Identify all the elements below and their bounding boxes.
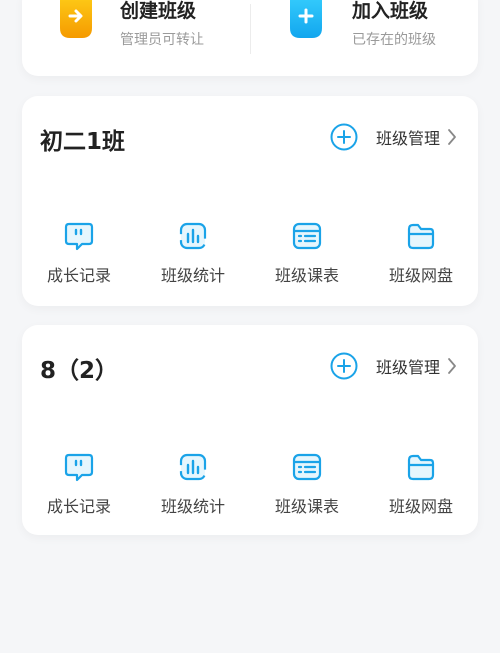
tool-label: 成长记录	[46, 266, 111, 285]
create-class-subtitle: 管理员可转让	[120, 32, 204, 48]
class-name: 初二1班	[40, 129, 126, 155]
tool-label: 班级网盘	[388, 266, 453, 285]
tool-class-schedule[interactable]: 班级课表	[250, 445, 364, 525]
tool-label: 成长记录	[46, 497, 111, 516]
tool-label: 班级统计	[160, 266, 225, 285]
chevron-right-icon	[448, 358, 456, 374]
schedule-icon	[292, 222, 322, 250]
join-class-icon	[290, 0, 322, 38]
bar-chart-icon	[179, 453, 207, 481]
folder-icon	[407, 454, 435, 481]
class-card: 8（2） 班级管理 成长记录 班级统计 班级课表 班级网盘	[22, 325, 478, 535]
tool-class-drive[interactable]: 班级网盘	[364, 214, 478, 294]
create-class-title: 创建班级	[120, 0, 197, 22]
bar-chart-icon	[179, 222, 207, 250]
tool-growth-record[interactable]: 成长记录	[22, 214, 136, 294]
tool-label: 班级统计	[160, 497, 225, 516]
join-class-subtitle: 已存在的班级	[352, 32, 436, 48]
tool-class-stats[interactable]: 班级统计	[136, 214, 250, 294]
class-manage-button[interactable]: 班级管理	[330, 122, 458, 152]
class-name: 8（2）	[40, 358, 119, 384]
class-manage-label: 班级管理	[375, 358, 440, 377]
class-manage-button[interactable]: 班级管理	[330, 351, 458, 381]
tool-label: 班级网盘	[388, 497, 453, 516]
class-card: 初二1班 班级管理 成长记录 班级统计 班级课表 班级网盘	[22, 96, 478, 306]
tool-class-stats[interactable]: 班级统计	[136, 445, 250, 525]
quick-actions-card: 创建班级 管理员可转让 加入班级 已存在的班级	[22, 0, 478, 76]
folder-icon	[407, 223, 435, 250]
divider	[250, 4, 251, 54]
tool-growth-record[interactable]: 成长记录	[22, 445, 136, 525]
chat-quote-icon	[64, 222, 94, 251]
plus-circle-icon	[330, 123, 358, 151]
tool-label: 班级课表	[274, 266, 339, 285]
create-class-button[interactable]: 创建班级 管理员可转让	[22, 0, 242, 76]
plus-circle-icon	[330, 352, 358, 380]
class-manage-label: 班级管理	[375, 129, 440, 148]
tool-class-drive[interactable]: 班级网盘	[364, 445, 478, 525]
chat-quote-icon	[64, 453, 94, 482]
create-class-icon	[60, 0, 92, 38]
schedule-icon	[292, 453, 322, 481]
chevron-right-icon	[448, 129, 456, 145]
tool-label: 班级课表	[274, 497, 339, 516]
tool-class-schedule[interactable]: 班级课表	[250, 214, 364, 294]
join-class-button[interactable]: 加入班级 已存在的班级	[254, 0, 474, 76]
join-class-title: 加入班级	[352, 0, 429, 22]
